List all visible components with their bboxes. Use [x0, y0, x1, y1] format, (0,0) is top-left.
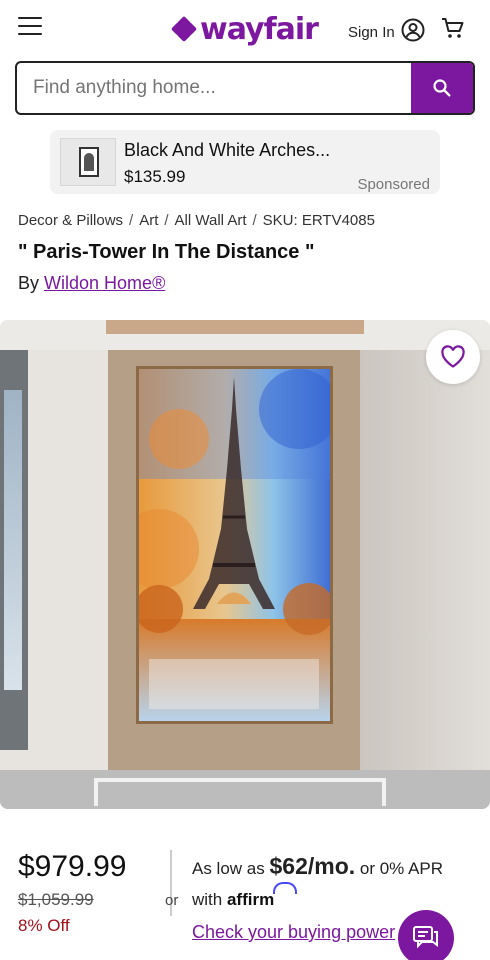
- breadcrumb-item-all-wall-art[interactable]: All Wall Art: [175, 212, 247, 229]
- eiffel-tower-painting: [136, 366, 333, 724]
- affirm-line: with affirm: [192, 890, 274, 910]
- sign-in-button[interactable]: Sign In: [348, 18, 425, 46]
- check-buying-power-link[interactable]: Check your buying power: [192, 922, 402, 943]
- sponsored-product-card[interactable]: Black And White Arches... $135.99 Sponso…: [50, 130, 440, 194]
- wayfair-logo-mark: [170, 15, 198, 43]
- wayfair-logo[interactable]: wayfair: [170, 11, 319, 47]
- heart-icon: [441, 345, 465, 368]
- breadcrumb: Decor & Pillows / Art / All Wall Art / SKU: ER…: [18, 212, 375, 229]
- or-label: or: [165, 892, 179, 909]
- current-price: $979.99: [18, 850, 127, 883]
- sign-in-label: Sign In: [348, 23, 395, 41]
- user-icon: [401, 18, 425, 46]
- product-title: " Paris-Tower In The Distance ": [18, 241, 315, 263]
- cart-icon[interactable]: [440, 15, 466, 46]
- discount-badge: 8% Off: [18, 916, 70, 935]
- chat-icon: [413, 926, 438, 949]
- sponsored-product-thumbnail: [60, 138, 116, 186]
- site-header: wayfair Sign In: [0, 0, 490, 58]
- financing-prefix: As low as: [192, 859, 265, 878]
- logo-text: wayfair: [200, 11, 319, 47]
- window-frame: [0, 350, 28, 750]
- price-block: $979.99 $1,059.99 8% Off: [18, 850, 127, 935]
- add-to-favorites-button[interactable]: [426, 330, 480, 384]
- original-price: $1,059.99: [18, 890, 94, 909]
- search-icon: [433, 79, 451, 97]
- product-image[interactable]: [0, 320, 490, 809]
- sponsored-product-price: $135.99: [124, 167, 186, 186]
- financing-suffix: or 0% APR: [359, 859, 444, 878]
- financing-amount: $62/mo.: [269, 853, 356, 879]
- search-button[interactable]: [411, 63, 473, 113]
- affirm-logo: affirm: [226, 890, 275, 909]
- brand-link[interactable]: Wildon Home®: [44, 273, 165, 293]
- search-input[interactable]: [33, 63, 413, 113]
- with-label: with: [192, 890, 223, 909]
- chat-button[interactable]: [398, 910, 454, 960]
- breadcrumb-item-decor-pillows[interactable]: Decor & Pillows: [18, 212, 123, 229]
- breadcrumb-item-art[interactable]: Art: [139, 212, 158, 229]
- by-prefix: By: [18, 273, 40, 293]
- sponsored-label: Sponsored: [357, 176, 430, 193]
- menu-icon[interactable]: [18, 17, 42, 37]
- financing-offer: As low as $62/mo. or 0% APR: [192, 853, 443, 880]
- sku-label: SKU: ERTV4085: [262, 212, 375, 229]
- search-bar: [15, 61, 475, 115]
- brand-byline: By Wildon Home®: [18, 273, 165, 294]
- sponsored-product-title: Black And White Arches...: [124, 140, 331, 160]
